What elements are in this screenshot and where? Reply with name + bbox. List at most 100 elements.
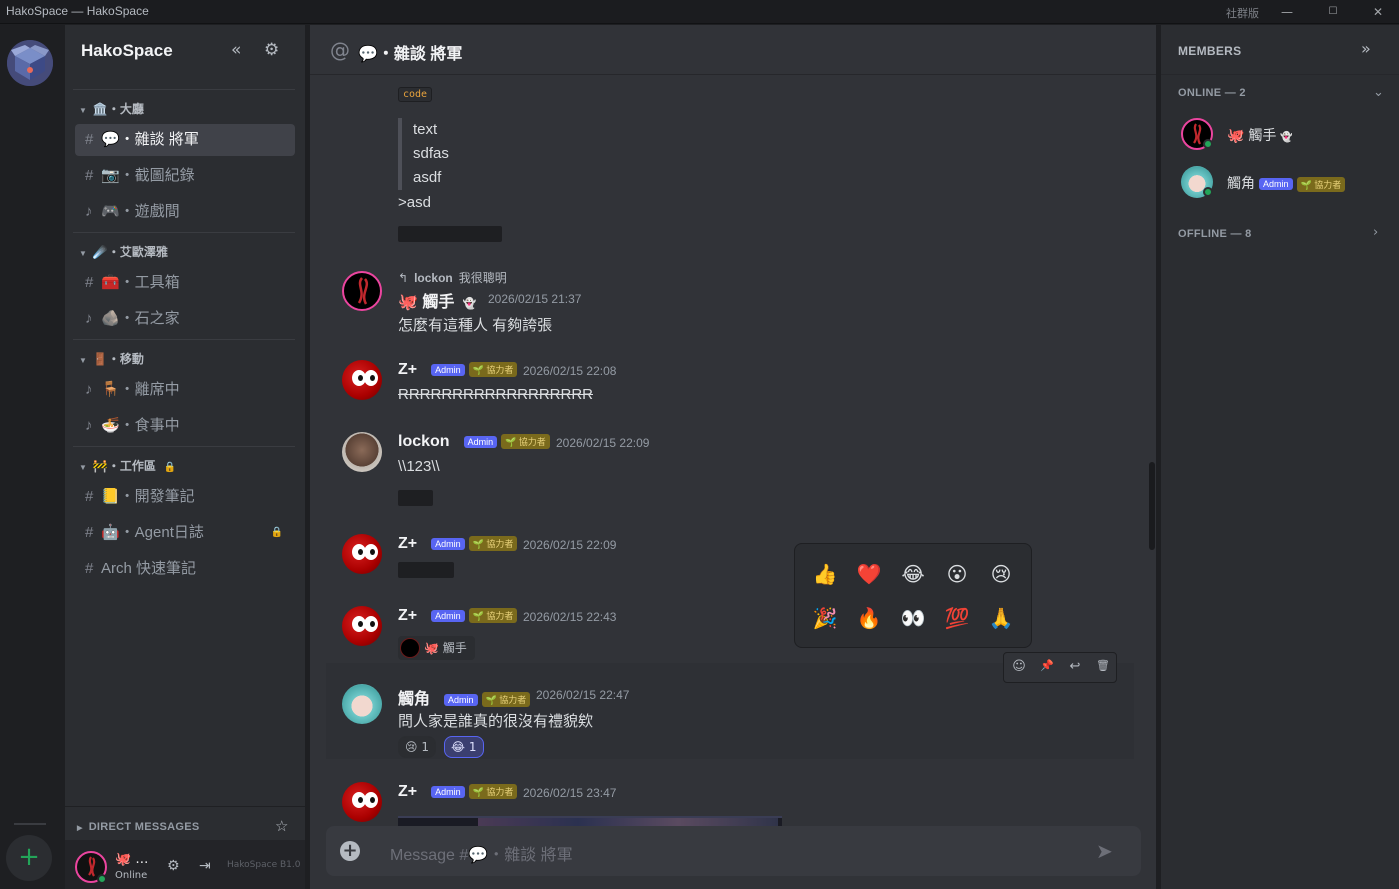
delete-icon[interactable]: 🗑 [1094, 659, 1112, 677]
dm-label: ▶ DIRECT MESSAGES [77, 821, 200, 833]
members-title: MEMBERS [1178, 44, 1242, 58]
emoji-eyes[interactable]: 👀 [899, 604, 927, 632]
avatar[interactable] [342, 782, 382, 822]
emoji-surprised[interactable]: 😮 [943, 560, 971, 588]
message-text: RRRRRRRRRRRRRRRRRR [398, 386, 593, 403]
direct-messages-header[interactable]: ▶ DIRECT MESSAGES ☆ [65, 806, 305, 840]
hash-icon: # [85, 560, 94, 577]
channel-game-room[interactable]: ♪ 🎮・遊戲間 [75, 196, 295, 228]
close-button[interactable]: ✕ [1365, 2, 1391, 22]
logout-icon[interactable]: ⇥ [199, 858, 211, 874]
settings-gear-icon[interactable]: ⚙ [167, 858, 180, 874]
voice-icon: ♪ [85, 417, 93, 434]
message-author[interactable]: 🐙 觸手 👻 [398, 288, 477, 312]
avatar [400, 638, 420, 658]
attach-plus-icon[interactable]: + [340, 841, 360, 861]
chevron-down-icon[interactable]: ⌄ [1373, 85, 1384, 100]
offline-group-label[interactable]: OFFLINE — 8 [1178, 228, 1252, 240]
avatar[interactable] [342, 360, 382, 400]
collapse-sidebar-icon[interactable]: « [231, 40, 241, 60]
emoji-thumbs-up[interactable]: 👍 [811, 560, 839, 588]
avatar[interactable] [342, 432, 382, 472]
emoji-heart[interactable]: ❤️ [855, 560, 883, 588]
online-group-label[interactable]: ONLINE — 2 [1178, 87, 1246, 99]
message-author[interactable]: Z+ Admin 🌱 協力者 [398, 535, 518, 553]
add-reaction-icon[interactable]: ☺ [1010, 659, 1028, 677]
message-input[interactable]: Message #💬・雜談 將軍 [390, 841, 573, 865]
author-name: Z+ [398, 361, 418, 378]
timestamp: 2026/02/15 22:09 [523, 538, 617, 552]
divider [73, 89, 295, 90]
channel-arch-notes[interactable]: # Arch 快速筆記 [75, 553, 295, 585]
emoji-cry[interactable]: 😢 [987, 560, 1015, 588]
server-icon-hakospace[interactable] [7, 40, 53, 86]
member-item[interactable]: 🐙 觸手 👻 [1181, 114, 1391, 154]
scrollbar-thumb[interactable] [1149, 462, 1155, 550]
emoji-joy[interactable]: 😂 [899, 560, 927, 588]
add-server-button[interactable]: + [6, 835, 52, 881]
channel-eating[interactable]: ♪ 🍜・食事中 [75, 410, 295, 442]
reaction-laugh[interactable]: 😂 1 [444, 736, 484, 758]
chevron-right-icon[interactable]: › [1373, 225, 1378, 240]
voice-icon: ♪ [85, 381, 93, 398]
category-lobby[interactable]: ▼ 🏛️・大廳 [79, 100, 144, 117]
avatar[interactable] [342, 534, 382, 574]
reply-icon[interactable]: ↩ [1066, 659, 1084, 677]
emoji-pray[interactable]: 🙏 [987, 604, 1015, 632]
message-author[interactable]: Z+ Admin 🌱 協力者 [398, 783, 518, 801]
maximize-button[interactable]: ☐ [1320, 2, 1346, 22]
channel-chat[interactable]: # 💬・雜談 將軍 [75, 124, 295, 156]
timestamp: 2026/02/15 22:43 [523, 610, 617, 624]
category-move[interactable]: ▼ 🚪・移動 [79, 350, 144, 367]
message-author[interactable]: lockon Admin 🌱 協力者 [398, 433, 550, 451]
channel-label: 🧰・工具箱 [101, 274, 180, 291]
minimize-button[interactable]: — [1274, 2, 1300, 22]
star-icon[interactable]: ☆ [275, 817, 288, 835]
avatar[interactable] [342, 271, 382, 311]
spoiler-block[interactable] [398, 562, 454, 578]
category-eorzea[interactable]: ▼ ☄️・艾歐澤雅 [79, 243, 168, 260]
admin-badge: Admin [431, 609, 465, 622]
reaction-cry[interactable]: 😢 1 [398, 736, 436, 758]
user-mention-chip[interactable]: 🐙 觸手 [398, 636, 475, 660]
reply-reference[interactable]: ↰ lockon 我很聰明 [398, 269, 507, 286]
channel-screenshots[interactable]: # 📷・截圖紀錄 [75, 160, 295, 192]
message-list[interactable]: code text sdfas asdf >asd ↰ lockon 我很聰明 🐙 … [310, 76, 1156, 826]
pin-icon[interactable]: 📌 [1038, 659, 1056, 677]
timestamp: 2026/02/15 21:37 [488, 292, 582, 306]
emoji-party[interactable]: 🎉 [811, 604, 839, 632]
lock-icon: 🔒 [270, 527, 283, 538]
emoji-hundred[interactable]: 💯 [943, 604, 971, 632]
avatar[interactable] [342, 684, 382, 724]
emoji-picker: 👍 ❤️ 😂 😮 😢 🎉 🔥 👀 💯 🙏 [794, 543, 1032, 648]
channel-dev-notes[interactable]: # 📒・開發筆記 [75, 481, 295, 513]
message-author[interactable]: 觸角 Admin 🌱 協力者 [398, 685, 531, 709]
category-workspace[interactable]: ▼ 🚧・工作區 🔒 [79, 457, 176, 474]
collapse-members-icon[interactable]: » [1361, 39, 1371, 58]
timestamp: 2026/02/15 22:08 [523, 364, 617, 378]
channel-agent-log[interactable]: # 🤖・Agent日誌 🔒 [75, 517, 295, 549]
ghost-icon: 👻 [1280, 132, 1293, 143]
author-name: 🐙 觸手 [398, 294, 455, 311]
admin-badge: Admin [444, 693, 478, 706]
author-name: 觸角 [398, 691, 431, 708]
message-composer: + Message #💬・雜談 將軍 ➤ [326, 826, 1141, 876]
channel-label: 🤖・Agent日誌 [101, 524, 204, 541]
message-author[interactable]: Z+ Admin 🌱 協力者 [398, 607, 518, 625]
reaction-count: 1 [468, 740, 477, 754]
avatar[interactable] [342, 606, 382, 646]
channel-stone-house[interactable]: ♪ 🪨・石之家 [75, 303, 295, 335]
image-attachment[interactable] [398, 816, 782, 826]
divider [73, 446, 295, 447]
emoji-fire[interactable]: 🔥 [855, 604, 883, 632]
spoiler-block[interactable] [398, 226, 502, 242]
message-text: 問人家是誰真的很沒有禮貌欸 [398, 713, 594, 730]
spoiler-block[interactable] [398, 490, 433, 506]
send-icon[interactable]: ➤ [1096, 839, 1113, 863]
channel-away[interactable]: ♪ 🪑・離席中 [75, 374, 295, 406]
eye [364, 616, 378, 632]
channel-toolbox[interactable]: # 🧰・工具箱 [75, 267, 295, 299]
member-item[interactable]: 觸角 Admin 🌱 協力者 [1181, 162, 1391, 202]
message-author[interactable]: Z+ Admin 🌱 協力者 [398, 361, 518, 379]
gear-icon[interactable]: ⚙ [264, 40, 279, 60]
